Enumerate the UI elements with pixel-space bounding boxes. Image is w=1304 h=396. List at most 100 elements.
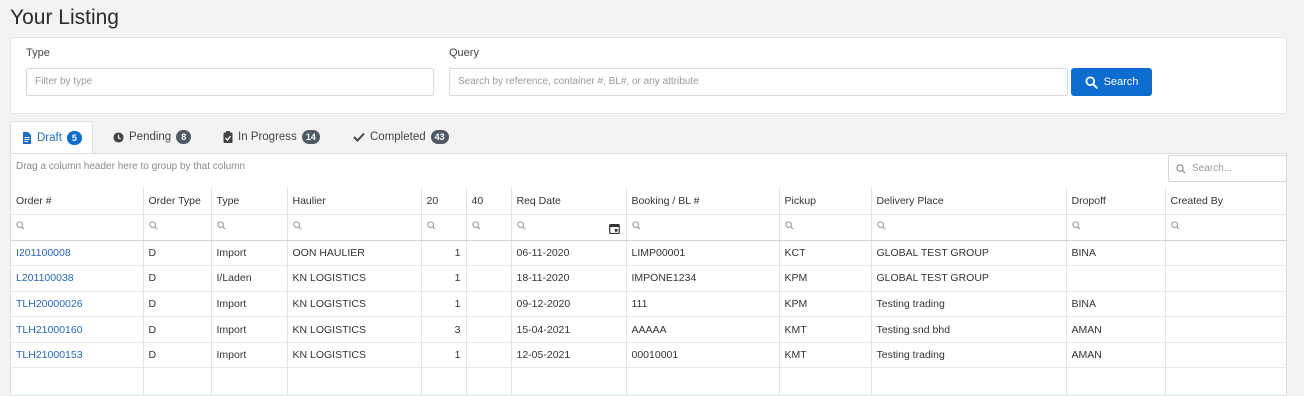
- grid-body: I201100008 D Import OON HAULIER 1 06-11-2020 L…: [11, 240, 1287, 396]
- table-cell: [466, 265, 512, 292]
- grid-search-input[interactable]: Search...: [1168, 155, 1287, 182]
- empty-cell: [11, 367, 144, 396]
- calendar-icon[interactable]: [608, 223, 620, 237]
- column-header-order-type[interactable]: Order Type: [143, 188, 212, 215]
- query-label: Query: [449, 47, 479, 59]
- table-cell: 3: [421, 316, 467, 343]
- column-header-order-number[interactable]: Order #: [11, 188, 144, 215]
- empty-cell: [871, 367, 1067, 396]
- column-filter-cell[interactable]: [626, 214, 780, 241]
- query-input[interactable]: Search by reference, container #, BL#, o…: [449, 68, 1068, 96]
- tab-in-progress[interactable]: In Progress 14: [223, 121, 320, 153]
- table-cell: 18-11-2020: [511, 265, 627, 292]
- empty-row: [11, 367, 1287, 396]
- table-cell: Import: [211, 291, 288, 318]
- table-cell: [466, 240, 512, 267]
- tab-draft[interactable]: Draft 5: [10, 121, 93, 154]
- table-cell: LIMP00001: [626, 240, 780, 267]
- table-cell: KMT: [779, 316, 872, 343]
- search-button-label: Search: [1103, 76, 1139, 88]
- table-row[interactable]: TLH21000160 D Import KN LOGISTICS 3 15-04-202…: [11, 316, 1287, 343]
- column-filter-cell[interactable]: [511, 214, 627, 241]
- table-cell: BINA: [1066, 291, 1166, 318]
- search-icon: [1176, 163, 1186, 174]
- table-cell: 09-12-2020: [511, 291, 627, 318]
- column-filter-cell[interactable]: [1066, 214, 1166, 241]
- empty-cell: [1066, 367, 1166, 396]
- table-cell: KPM: [779, 291, 872, 318]
- table-row[interactable]: L201100038 D I/Laden KN LOGISTICS 1 18-11-202…: [11, 265, 1287, 292]
- column-header-40[interactable]: 40: [466, 188, 512, 215]
- empty-cell: [626, 367, 780, 396]
- column-filter-cell[interactable]: [211, 214, 288, 241]
- table-cell: [466, 291, 512, 318]
- tab-pending-count: 8: [176, 130, 192, 144]
- column-header-haulier[interactable]: Haulier: [287, 188, 422, 215]
- search-icon: [216, 221, 226, 233]
- document-icon: [23, 131, 31, 144]
- column-header-pickup[interactable]: Pickup: [779, 188, 872, 215]
- table-cell: 15-04-2021: [511, 316, 627, 343]
- order-number-link[interactable]: TLH21000153: [11, 342, 144, 369]
- grid-search-placeholder: Search...: [1192, 163, 1233, 174]
- table-cell: D: [143, 316, 212, 343]
- group-by-panel[interactable]: Drag a column header here to group by th…: [16, 161, 245, 172]
- tab-completed[interactable]: Completed 43: [353, 121, 449, 153]
- column-header-20[interactable]: 20: [421, 188, 467, 215]
- table-row[interactable]: I201100008 D Import OON HAULIER 1 06-11-2020 L…: [11, 240, 1287, 267]
- table-cell: D: [143, 291, 212, 318]
- column-header-dropoff[interactable]: Dropoff: [1066, 188, 1166, 215]
- column-header-type[interactable]: Type: [211, 188, 288, 215]
- clock-icon: [113, 131, 124, 143]
- table-cell: GLOBAL TEST GROUP: [871, 265, 1067, 292]
- table-cell: [466, 316, 512, 343]
- empty-cell: [143, 367, 212, 396]
- table-cell: 00010001: [626, 342, 780, 369]
- table-cell: [1165, 240, 1287, 267]
- table-cell: 1: [421, 240, 467, 267]
- search-icon: [292, 221, 302, 233]
- table-cell: 06-11-2020: [511, 240, 627, 267]
- type-label: Type: [26, 47, 50, 59]
- table-row[interactable]: TLH21000153 D Import KN LOGISTICS 1 12-05-202…: [11, 342, 1287, 369]
- empty-cell: [211, 367, 288, 396]
- column-filter-cell[interactable]: [143, 214, 212, 241]
- tab-pending-label: Pending: [129, 131, 172, 143]
- type-filter-input[interactable]: Filter by type: [26, 68, 434, 96]
- column-filter-cell[interactable]: [466, 214, 512, 241]
- order-number-link[interactable]: TLH20000026: [11, 291, 144, 318]
- search-icon: [471, 221, 481, 233]
- column-filter-cell[interactable]: [287, 214, 422, 241]
- table-cell: [1165, 291, 1287, 318]
- tab-pending[interactable]: Pending 8: [113, 121, 192, 153]
- table-cell: BINA: [1066, 240, 1166, 267]
- column-filter-cell[interactable]: [1165, 214, 1287, 241]
- column-header-created-by[interactable]: Created By: [1165, 188, 1287, 215]
- table-cell: KMT: [779, 342, 872, 369]
- tab-in-progress-count: 14: [301, 130, 320, 144]
- search-button[interactable]: Search: [1071, 68, 1152, 96]
- tab-completed-count: 43: [430, 130, 449, 144]
- order-number-link[interactable]: TLH21000160: [11, 316, 144, 343]
- tab-draft-count: 5: [66, 130, 82, 145]
- column-header-booking-bl[interactable]: Booking / BL #: [626, 188, 780, 215]
- column-header-delivery-place[interactable]: Delivery Place: [871, 188, 1067, 215]
- table-cell: Testing trading: [871, 291, 1067, 318]
- table-row[interactable]: TLH20000026 D Import KN LOGISTICS 1 09-12-202…: [11, 291, 1287, 318]
- column-filter-cell[interactable]: [871, 214, 1067, 241]
- empty-cell: [466, 367, 512, 396]
- table-cell: Testing snd bhd: [871, 316, 1067, 343]
- column-header-req-date[interactable]: Req Date: [511, 188, 627, 215]
- order-number-link[interactable]: L201100038: [11, 265, 144, 292]
- search-icon: [1170, 221, 1180, 233]
- checkmark-icon: [353, 132, 365, 142]
- column-filter-cell[interactable]: [779, 214, 872, 241]
- table-cell: 1: [421, 265, 467, 292]
- column-filter-cell[interactable]: [11, 214, 144, 241]
- orders-grid: Drag a column header here to group by th…: [10, 153, 1287, 396]
- order-number-link[interactable]: I201100008: [11, 240, 144, 267]
- table-cell: Import: [211, 240, 288, 267]
- table-cell: AMAN: [1066, 316, 1166, 343]
- column-filter-cell[interactable]: [421, 214, 467, 241]
- table-cell: AMAN: [1066, 342, 1166, 369]
